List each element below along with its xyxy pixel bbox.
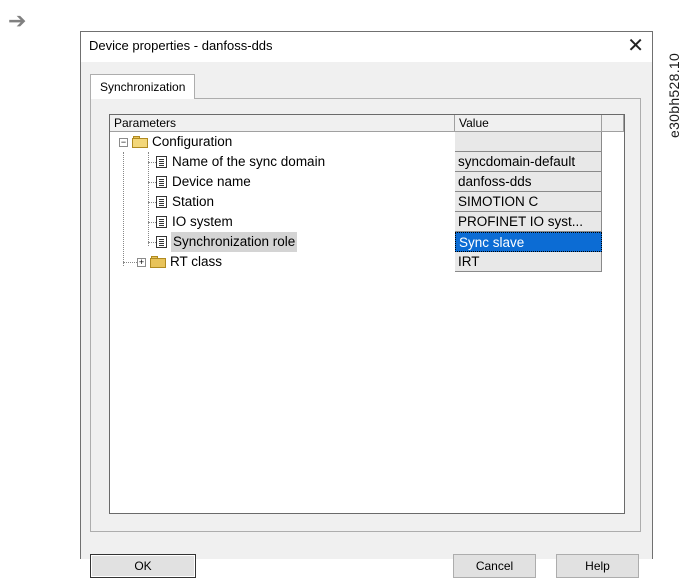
close-icon[interactable]: ✕ (627, 34, 644, 58)
expand-icon[interactable]: + (137, 258, 146, 267)
column-header-value[interactable]: Value (455, 115, 602, 132)
value-cell-selected[interactable]: Sync slave (455, 232, 602, 252)
tab-synchronization[interactable]: Synchronization (90, 74, 196, 99)
arrow-right-icon: ➔ (8, 8, 27, 33)
value-cell[interactable]: syncdomain-default (455, 152, 602, 172)
parameter-icon (156, 216, 167, 228)
value-cell[interactable]: danfoss-dds (455, 172, 602, 192)
column-header-filler (602, 115, 624, 132)
tree-row[interactable]: Name of the sync domain syncdomain-defau… (110, 152, 624, 172)
tree-node-label: IO system (172, 214, 233, 229)
tab-panel: Parameters Value − Configuration Name of… (90, 98, 641, 532)
tree-node-label: Device name (172, 174, 251, 189)
help-button[interactable]: Help (556, 554, 639, 578)
tree-node-label: Synchronization role (171, 232, 298, 252)
dialog-client-area: Synchronization Parameters Value − Confi… (81, 62, 652, 578)
tree-row-configuration[interactable]: − Configuration (110, 132, 624, 152)
value-cell (455, 132, 602, 152)
collapse-icon[interactable]: − (119, 138, 128, 147)
tree-line (123, 262, 137, 263)
tree-node-label: Station (172, 194, 215, 209)
figure-code: e30bh528.10 (664, 18, 686, 158)
tree-line (148, 162, 156, 163)
figure-code-text: e30bh528.10 (666, 52, 682, 138)
cancel-button[interactable]: Cancel (453, 554, 536, 578)
tree-line (148, 242, 156, 243)
parameter-icon (156, 236, 167, 248)
value-cell[interactable]: SIMOTION C (455, 192, 602, 212)
tree-row-rt-class[interactable]: + RT class IRT (110, 252, 624, 272)
column-header-parameters[interactable]: Parameters (110, 115, 455, 132)
tree-row[interactable]: Device name danfoss-dds (110, 172, 624, 192)
tree-row-selected[interactable]: Synchronization role Sync slave (110, 232, 624, 252)
ok-button[interactable]: OK (90, 554, 196, 578)
open-folder-icon (132, 136, 148, 148)
folder-icon (150, 256, 166, 268)
device-properties-dialog: Device properties - danfoss-dds ✕ Synchr… (80, 31, 653, 578)
value-cell[interactable]: PROFINET IO syst... (455, 212, 602, 232)
value-cell[interactable]: IRT (455, 252, 602, 272)
title-bar: Device properties - danfoss-dds ✕ (81, 32, 652, 62)
tree-row[interactable]: Station SIMOTION C (110, 192, 624, 212)
parameter-icon (156, 196, 167, 208)
tree-node-label: RT class (170, 254, 223, 269)
tree-line (148, 182, 156, 183)
tree-node-label: Name of the sync domain (172, 154, 326, 169)
parameter-icon (156, 176, 167, 188)
tree-line (148, 202, 156, 203)
tree-node-label: Configuration (152, 134, 233, 149)
tree-row[interactable]: IO system PROFINET IO syst... (110, 212, 624, 232)
dialog-title: Device properties - danfoss-dds (89, 38, 273, 53)
parameter-icon (156, 156, 167, 168)
property-grid: Parameters Value − Configuration Name of… (109, 114, 625, 514)
tree-line (148, 222, 156, 223)
